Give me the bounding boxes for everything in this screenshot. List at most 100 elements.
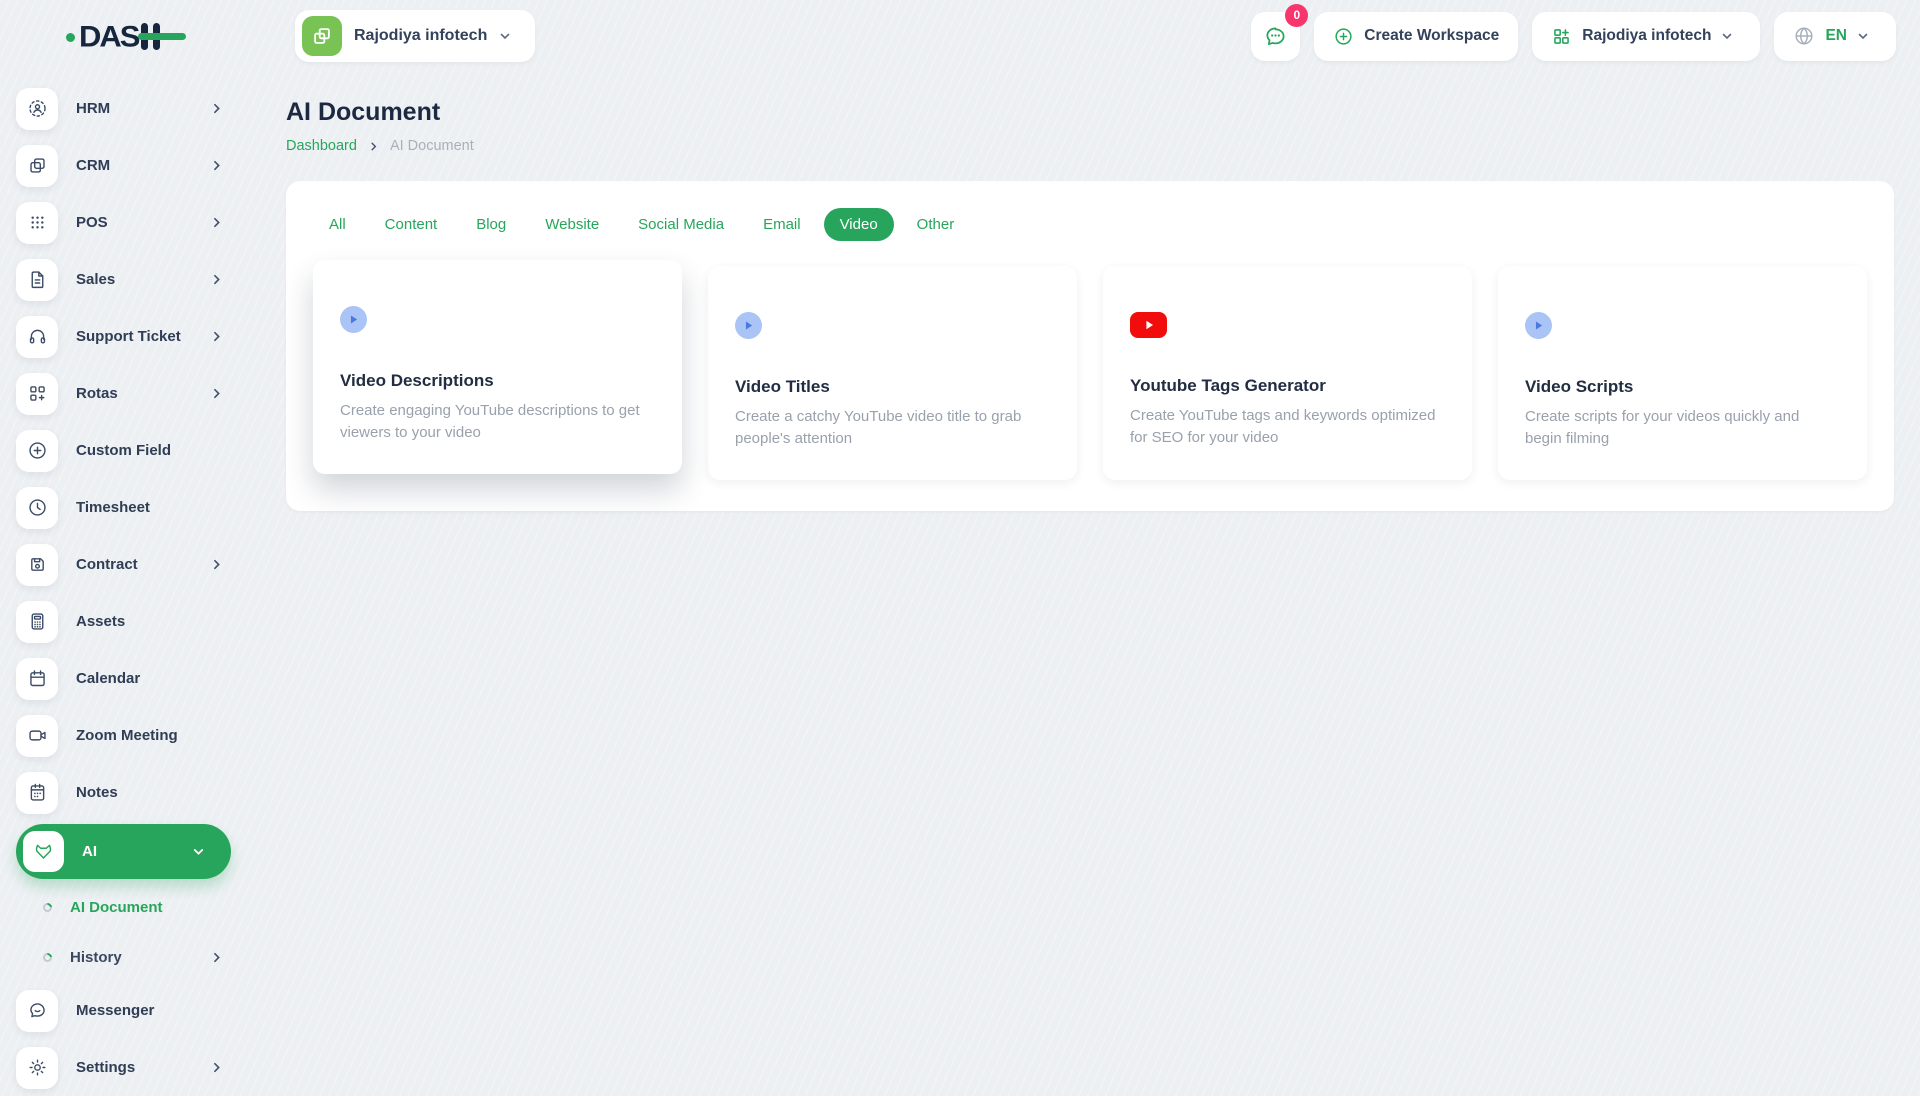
- chevron-right-icon: [210, 558, 231, 571]
- sidebar-item-label: Timesheet: [76, 499, 150, 516]
- chevron-down-icon: [1721, 30, 1741, 42]
- sidebar-item-label: Support Ticket: [76, 328, 181, 345]
- sidebar-item-hrm[interactable]: HRM: [16, 80, 231, 137]
- sidebar-item-assets[interactable]: Assets: [16, 593, 231, 650]
- tab-blog[interactable]: Blog: [460, 208, 522, 241]
- sidebar-item-notes[interactable]: Notes: [16, 764, 231, 821]
- sidebar: HRM CRM POS Sales Support Ticket Rotas C…: [0, 72, 245, 1096]
- sidebar-item-label: POS: [76, 214, 108, 231]
- messages-count-badge: 0: [1285, 3, 1309, 27]
- card-youtube-tags-generator[interactable]: Youtube Tags Generator Create YouTube ta…: [1103, 266, 1472, 480]
- sidebar-item-sales[interactable]: Sales: [16, 251, 231, 308]
- breadcrumb-current: AI Document: [389, 138, 474, 154]
- assets-icon: [16, 600, 58, 643]
- play-circle-icon: [1525, 312, 1552, 339]
- card-title: Video Scripts: [1525, 377, 1634, 396]
- ai-icon: [23, 831, 64, 872]
- chevron-right-icon: [210, 273, 231, 286]
- breadcrumb-dashboard-link[interactable]: Dashboard: [286, 138, 357, 154]
- logo-text: DAS: [79, 19, 140, 53]
- card-video-scripts[interactable]: Video Scripts Create scripts for your vi…: [1498, 266, 1867, 480]
- language-selector[interactable]: EN: [1774, 11, 1896, 61]
- chevron-right-icon: [210, 216, 231, 229]
- breadcrumb: Dashboard AI Document: [286, 138, 1894, 154]
- card-video-titles[interactable]: Video Titles Create a catchy YouTube vid…: [708, 266, 1077, 480]
- sidebar-item-label: Rotas: [76, 385, 118, 402]
- bullet-ring-icon: [41, 900, 54, 914]
- sales-icon: [16, 258, 58, 301]
- sidebar-item-label: Settings: [76, 1059, 136, 1076]
- sidebar-item-pos[interactable]: POS: [16, 194, 231, 251]
- sidebar-subitem-label: History: [70, 948, 122, 966]
- notes-icon: [16, 771, 58, 814]
- tab-email[interactable]: Email: [747, 208, 817, 241]
- create-workspace-button[interactable]: Create Workspace: [1314, 11, 1519, 61]
- sidebar-item-label: CRM: [76, 157, 111, 174]
- category-tabs: All Content Blog Website Social Media Em…: [313, 208, 1867, 241]
- sidebar-subitem-history[interactable]: History: [16, 932, 231, 982]
- messages-button[interactable]: 0: [1251, 3, 1309, 61]
- sidebar-item-settings[interactable]: Settings: [16, 1039, 231, 1096]
- rotas-icon: [16, 372, 58, 415]
- card-description: Create a catchy YouTube video title to g…: [735, 408, 1022, 447]
- sidebar-subitem-ai-document[interactable]: AI Document: [16, 882, 231, 932]
- card-video-descriptions[interactable]: Video Descriptions Create engaging YouTu…: [313, 260, 682, 474]
- card-description: Create scripts for your videos quickly a…: [1525, 408, 1800, 447]
- contract-icon: [16, 543, 58, 586]
- sidebar-item-label: Custom Field: [76, 442, 172, 459]
- sidebar-item-rotas[interactable]: Rotas: [16, 365, 231, 422]
- tab-content[interactable]: Content: [369, 208, 454, 241]
- sidebar-item-label: Contract: [76, 556, 138, 573]
- sidebar-item-contract[interactable]: Contract: [16, 536, 231, 593]
- chevron-right-icon: [210, 330, 231, 343]
- tab-all[interactable]: All: [313, 208, 362, 241]
- card-description: Create engaging YouTube descriptions to …: [340, 402, 640, 441]
- breadcrumb-separator-icon: [368, 141, 379, 152]
- ai-document-panel: All Content Blog Website Social Media Em…: [286, 181, 1894, 511]
- sidebar-item-label: Assets: [76, 613, 126, 630]
- chat-icon: [1266, 26, 1285, 45]
- language-code: EN: [1825, 27, 1847, 44]
- sidebar-item-calendar[interactable]: Calendar: [16, 650, 231, 707]
- workspace-selector[interactable]: Rajodiya infotech: [295, 10, 536, 62]
- zoom-meeting-icon: [16, 714, 58, 757]
- tab-social-media[interactable]: Social Media: [622, 208, 740, 241]
- template-card-grid: Video Descriptions Create engaging YouTu…: [313, 260, 1867, 480]
- calendar-icon: [16, 657, 58, 700]
- play-circle-icon: [735, 312, 762, 339]
- sidebar-item-messenger[interactable]: Messenger: [16, 982, 231, 1039]
- app-logo[interactable]: DAS: [0, 21, 245, 52]
- chevron-right-icon: [210, 102, 231, 115]
- sidebar-item-custom-field[interactable]: Custom Field: [16, 422, 231, 479]
- tab-other[interactable]: Other: [901, 208, 971, 241]
- top-bar: DAS Rajodiya infotech 0 Create Workspace: [0, 0, 1920, 72]
- crm-icon: [16, 144, 58, 187]
- logo-dot: [66, 33, 75, 42]
- card-title: Video Titles: [735, 377, 830, 396]
- chevron-right-icon: [210, 951, 231, 964]
- chevron-down-icon: [1857, 30, 1877, 42]
- account-selector[interactable]: Rajodiya infotech: [1532, 11, 1761, 61]
- sidebar-item-label: Notes: [76, 784, 118, 801]
- sidebar-item-timesheet[interactable]: Timesheet: [16, 479, 231, 536]
- sidebar-item-zoom-meeting[interactable]: Zoom Meeting: [16, 707, 231, 764]
- settings-gear-icon: [16, 1046, 58, 1089]
- card-title: Youtube Tags Generator: [1130, 376, 1326, 395]
- sidebar-item-label: AI: [82, 843, 97, 860]
- sidebar-item-label: Calendar: [76, 670, 141, 687]
- card-title: Video Descriptions: [340, 371, 494, 390]
- sidebar-item-crm[interactable]: CRM: [16, 137, 231, 194]
- tab-video[interactable]: Video: [823, 208, 894, 241]
- tab-website[interactable]: Website: [529, 208, 615, 241]
- sidebar-item-label: HRM: [76, 100, 111, 117]
- sidebar-item-label: Sales: [76, 271, 116, 288]
- sidebar-item-ai[interactable]: AI: [16, 824, 231, 879]
- messenger-icon: [16, 989, 58, 1032]
- pos-icon: [16, 201, 58, 244]
- sidebar-item-label: Messenger: [76, 1002, 155, 1019]
- card-description: Create YouTube tags and keywords optimiz…: [1130, 407, 1436, 446]
- bullet-ring-icon: [41, 950, 54, 964]
- custom-field-icon: [16, 429, 58, 472]
- sidebar-item-support-ticket[interactable]: Support Ticket: [16, 308, 231, 365]
- page-title: AI Document: [286, 98, 441, 126]
